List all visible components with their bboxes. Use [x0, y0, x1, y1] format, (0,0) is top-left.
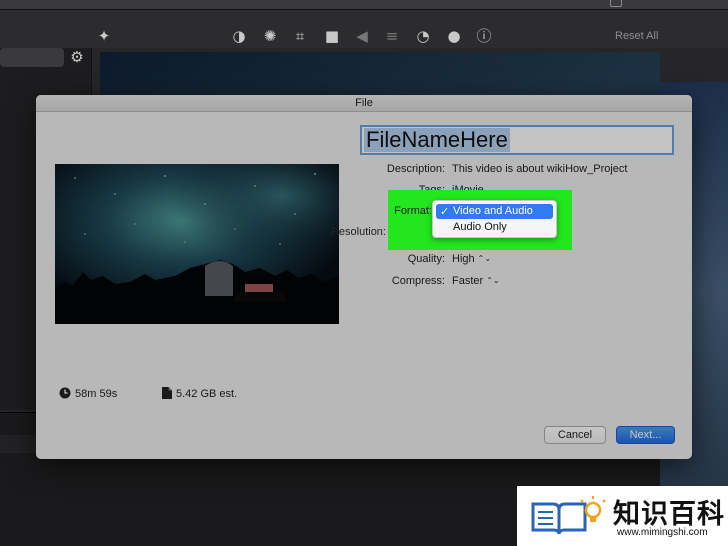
- quality-label: Quality:: [407, 253, 445, 265]
- crop-icon[interactable]: ⌗: [290, 27, 310, 45]
- filename-text[interactable]: FileNameHere: [364, 128, 510, 152]
- volume-icon[interactable]: ◀: [352, 27, 372, 45]
- compress-popup[interactable]: Faster ⌃⌄: [452, 275, 500, 287]
- checkmark-icon: ✓: [440, 205, 450, 218]
- filename-field[interactable]: FileNameHere: [360, 125, 674, 155]
- adjustment-toolbar: ✦ ◑ ✺ ⌗ ■ ◀ ≡ ◔ ● ⓘ Reset All: [0, 10, 728, 48]
- compress-label: Compress:: [391, 275, 445, 287]
- clock-icon: [59, 387, 71, 399]
- format-option-video-and-audio[interactable]: ✓ Video and Audio: [436, 204, 553, 219]
- info-icon[interactable]: ⓘ: [474, 27, 494, 45]
- book-lightbulb-icon: [531, 496, 606, 535]
- cancel-button[interactable]: Cancel: [544, 426, 606, 444]
- magic-wand-icon[interactable]: ✦: [94, 27, 114, 45]
- duration-info: 58m 59s: [59, 387, 117, 400]
- overlay-icon[interactable]: ●: [444, 27, 464, 45]
- file-size-info: 5.42 GB est.: [162, 387, 237, 400]
- file-size-value: 5.42 GB est.: [176, 388, 238, 400]
- camera-stabilize-icon[interactable]: ■: [322, 27, 342, 45]
- option-label: Audio Only: [453, 221, 507, 233]
- quality-value: High: [452, 253, 475, 265]
- video-thumbnail: [55, 164, 339, 324]
- resolution-label: Resolution:: [330, 226, 386, 238]
- quality-popup[interactable]: High ⌃⌄: [452, 253, 491, 265]
- window-titlebar: [0, 0, 728, 10]
- window-button[interactable]: [610, 0, 622, 7]
- format-label: Format:: [394, 205, 432, 217]
- description-label: Description:: [386, 163, 445, 175]
- watermark-logo: 知识百科 www.mimingshi.com: [517, 486, 728, 546]
- option-label: Video and Audio: [453, 205, 533, 217]
- gear-icon[interactable]: ⚙: [67, 48, 87, 66]
- reset-all-button[interactable]: Reset All: [615, 30, 658, 42]
- watermark-url: www.mimingshi.com: [617, 527, 708, 538]
- chevron-updown-icon: ⌃⌄: [486, 276, 500, 285]
- search-field[interactable]: [0, 48, 64, 67]
- chevron-updown-icon: ⌃⌄: [477, 254, 492, 263]
- duration-value: 58m 59s: [75, 388, 118, 400]
- watermark-text: 知识百科: [613, 499, 725, 530]
- format-option-audio-only[interactable]: Audio Only: [436, 220, 553, 235]
- speed-icon[interactable]: ◔: [413, 27, 433, 45]
- description-value[interactable]: This video is about wikiHow_Project: [452, 163, 627, 175]
- next-button[interactable]: Next...: [616, 426, 675, 444]
- export-file-dialog: File FileNameHere Description: This vide…: [36, 95, 692, 459]
- document-icon: [162, 387, 172, 399]
- dialog-title: File: [36, 95, 692, 112]
- palette-icon[interactable]: ✺: [260, 27, 280, 45]
- color-balance-icon[interactable]: ◑: [229, 27, 249, 45]
- format-dropdown-menu[interactable]: ✓ Video and Audio Audio Only: [432, 200, 557, 238]
- compress-value: Faster: [452, 275, 484, 287]
- equalizer-icon[interactable]: ≡: [382, 27, 402, 45]
